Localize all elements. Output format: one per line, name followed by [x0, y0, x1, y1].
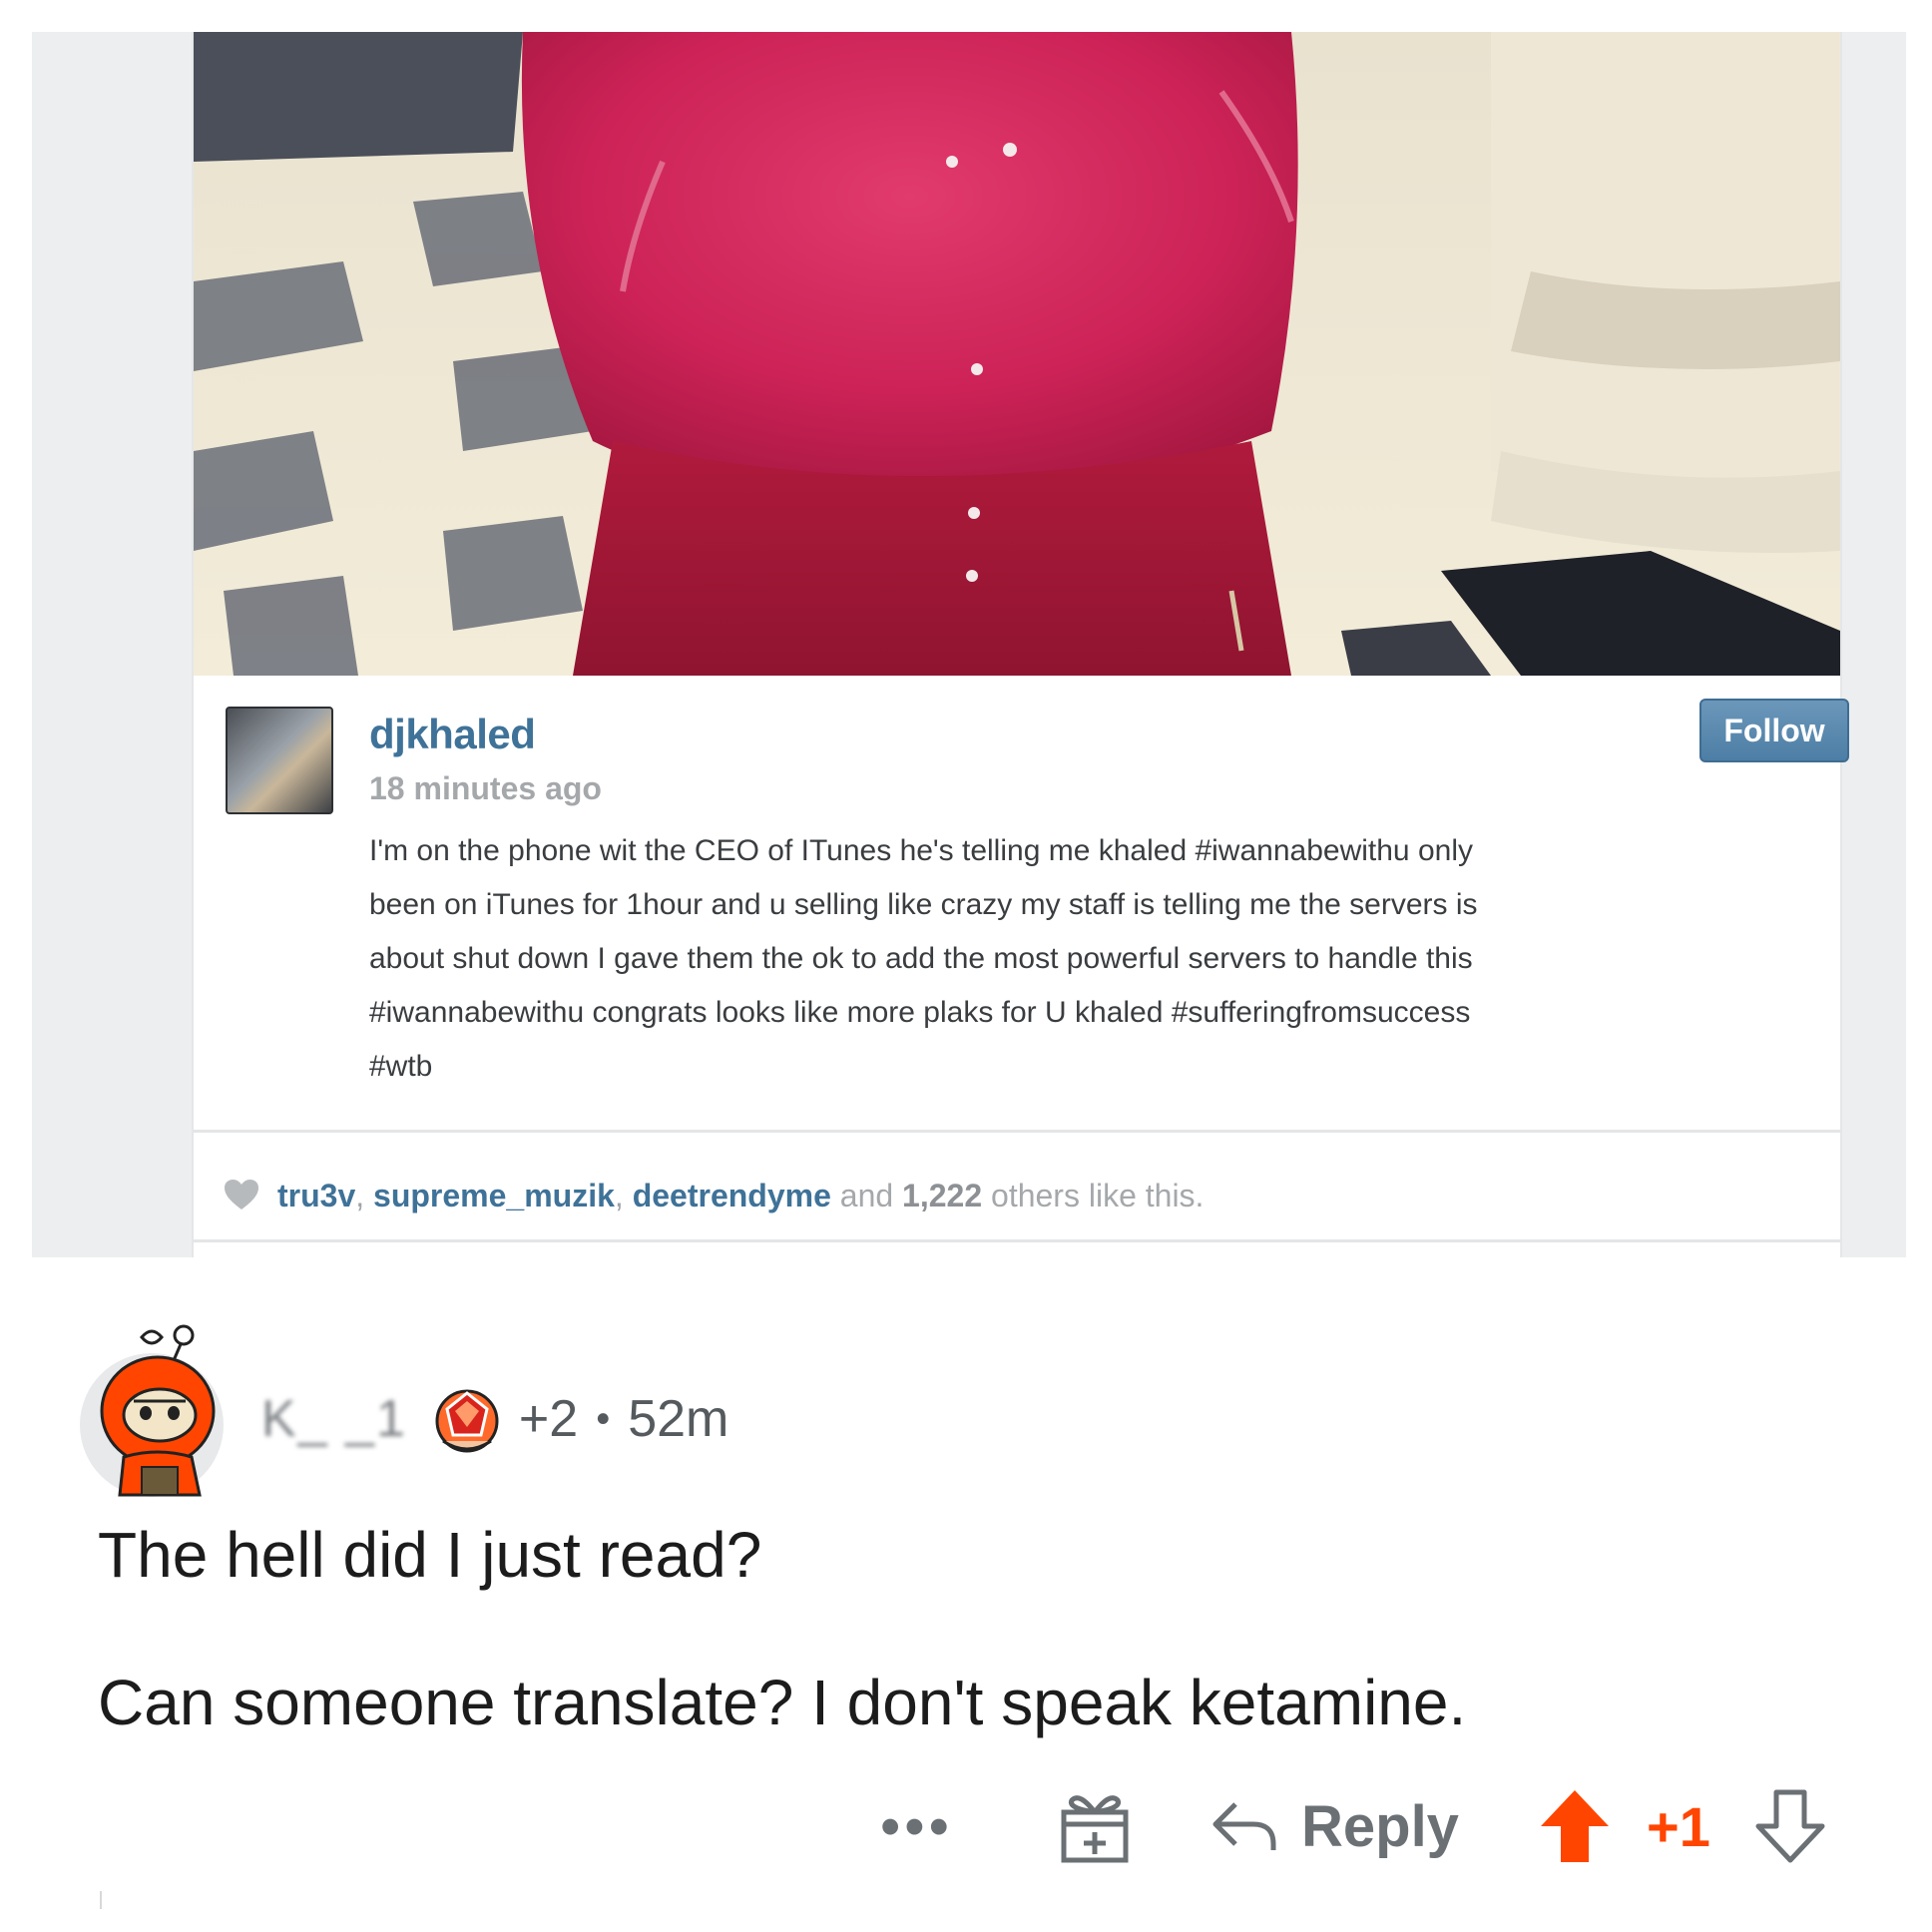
divider [194, 1239, 1840, 1242]
gift-icon [1061, 1795, 1129, 1863]
caption-line: #wtb [369, 1050, 433, 1083]
likes-count[interactable]: 1,222 [902, 1178, 982, 1213]
embedded-screenshot: djkhaled 18 minutes ago Follow I'm on th… [32, 32, 1906, 1257]
caption-line: I'm on the phone wit the CEO of ITunes h… [369, 834, 1473, 867]
more-options-button[interactable]: ••• [880, 1776, 953, 1876]
scroll-indicator [100, 1891, 102, 1909]
reply-button[interactable]: Reply [1209, 1776, 1459, 1876]
caption-line: about shut down I gave them the ok to ad… [369, 942, 1473, 975]
post-username[interactable]: djkhaled [369, 711, 536, 758]
caption-line: #iwannabewithu congrats looks like more … [369, 996, 1471, 1029]
comment-paragraph: The hell did I just read? [98, 1519, 762, 1591]
likes-line: tru3v, supreme_muzik, deetrendyme and 1,… [224, 1178, 1204, 1227]
separator-dot: • [596, 1396, 611, 1441]
comment-meta: K_ _1 +2 • 52m [261, 1383, 728, 1455]
post-photo [194, 32, 1840, 676]
divider [194, 1130, 1840, 1133]
liker-link[interactable]: supreme_muzik [373, 1178, 615, 1213]
downvote-button[interactable] [1754, 1776, 1826, 1876]
caption-line: been on iTunes for 1hour and u selling l… [369, 888, 1478, 921]
comment-body: The hell did I just read? Can someone tr… [98, 1517, 1854, 1740]
post-header: djkhaled 18 minutes ago Follow [226, 699, 1849, 816]
commenter-avatar[interactable] [80, 1317, 230, 1497]
comment-timestamp: 52m [628, 1390, 729, 1448]
downvote-arrow-icon [1755, 1789, 1825, 1863]
instagram-post-card: djkhaled 18 minutes ago Follow I'm on th… [192, 32, 1849, 1257]
follow-button[interactable]: Follow [1699, 699, 1849, 762]
likes-suffix: others like this. [991, 1178, 1205, 1213]
vote-score: +1 [1647, 1794, 1710, 1858]
give-award-button[interactable] [1060, 1776, 1130, 1876]
heart-icon[interactable] [224, 1179, 259, 1218]
profile-avatar[interactable] [226, 707, 333, 814]
separator: , [614, 1178, 624, 1213]
post-timestamp: 18 minutes ago [369, 770, 602, 806]
liker-link[interactable]: tru3v [277, 1178, 355, 1213]
award-count: +2 [518, 1390, 579, 1448]
upvote-arrow-icon [1541, 1790, 1609, 1862]
comment-username[interactable]: K_ _1 [261, 1389, 407, 1449]
award-icon[interactable] [433, 1383, 501, 1455]
comment-actions: ••• Reply +1 [0, 1776, 1932, 1886]
comment-paragraph: Can someone translate? I don't speak ket… [98, 1667, 1467, 1738]
reply-arrow-icon [1212, 1802, 1276, 1850]
upvote-button[interactable] [1539, 1776, 1611, 1876]
post-caption: I'm on the phone wit the CEO of ITunes h… [369, 824, 1816, 1094]
and-text: and [839, 1178, 894, 1213]
liker-link[interactable]: deetrendyme [633, 1178, 831, 1213]
reply-label: Reply [1301, 1793, 1459, 1859]
separator: , [355, 1178, 365, 1213]
